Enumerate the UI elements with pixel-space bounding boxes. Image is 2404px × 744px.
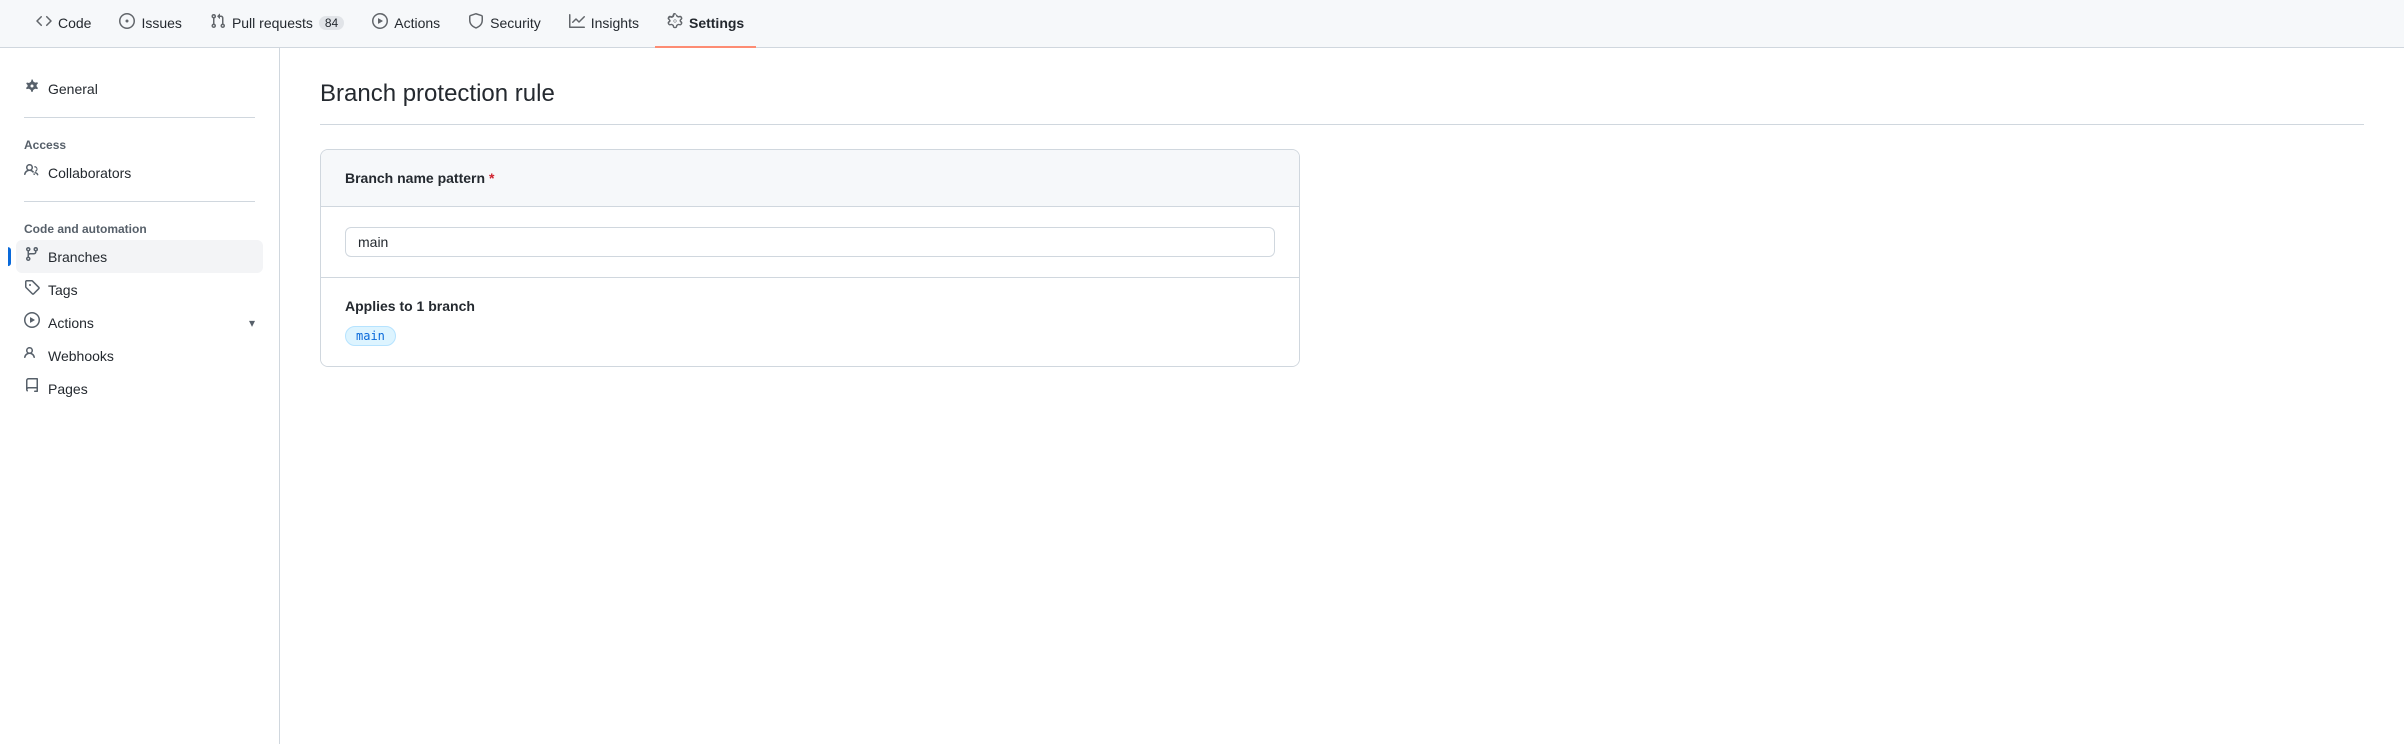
layout: General Access Collaborators Code and au…	[0, 48, 2404, 744]
tag-icon	[24, 279, 40, 300]
tab-actions[interactable]: Actions	[360, 0, 452, 48]
pr-icon	[210, 13, 226, 33]
top-nav: Code Issues Pull requests 84 Actions Sec…	[0, 0, 2404, 48]
branch-name-pattern-section: Branch name pattern *	[321, 150, 1299, 207]
play-icon	[372, 13, 388, 33]
webhooks-icon	[24, 345, 40, 366]
sidebar-pages-label: Pages	[48, 381, 88, 397]
shield-icon	[468, 13, 484, 33]
applies-to-section: Applies to 1 branch main	[321, 278, 1299, 366]
sidebar-divider-1	[24, 117, 255, 118]
tab-code-label: Code	[58, 15, 91, 31]
sidebar-branches-label: Branches	[48, 249, 107, 265]
tab-actions-label: Actions	[394, 15, 440, 31]
sidebar-item-pages[interactable]: Pages	[16, 372, 263, 405]
sidebar-item-actions[interactable]: Actions ▾	[16, 306, 263, 339]
sidebar-access-title: Access	[16, 130, 263, 156]
sidebar-item-general[interactable]: General	[16, 72, 263, 105]
branches-icon	[24, 246, 40, 267]
tab-settings[interactable]: Settings	[655, 0, 756, 48]
chevron-down-icon: ▾	[249, 316, 255, 330]
gear-small-icon	[24, 78, 40, 99]
main-content: Branch protection rule Branch name patte…	[280, 48, 2404, 744]
applies-to-title: Applies to 1 branch	[345, 298, 1275, 314]
sidebar-item-collaborators[interactable]: Collaborators	[16, 156, 263, 189]
pull-requests-badge: 84	[319, 16, 344, 30]
tab-issues[interactable]: Issues	[107, 0, 193, 48]
sidebar-item-tags[interactable]: Tags	[16, 273, 263, 306]
sidebar-item-branches[interactable]: Branches	[16, 240, 263, 273]
page-title: Branch protection rule	[320, 80, 2364, 108]
tab-issues-label: Issues	[141, 15, 181, 31]
sidebar: General Access Collaborators Code and au…	[0, 48, 280, 744]
sidebar-collaborators-label: Collaborators	[48, 165, 131, 181]
pages-icon	[24, 378, 40, 399]
sidebar-code-section-title: Code and automation	[16, 214, 263, 240]
actions-icon	[24, 312, 40, 333]
tab-settings-label: Settings	[689, 15, 744, 31]
tab-code[interactable]: Code	[24, 0, 103, 48]
tab-security[interactable]: Security	[456, 0, 553, 48]
tab-insights[interactable]: Insights	[557, 0, 651, 48]
code-icon	[36, 13, 52, 33]
tab-security-label: Security	[490, 15, 541, 31]
tab-pull-requests[interactable]: Pull requests 84	[198, 0, 356, 48]
branch-name-input[interactable]	[345, 227, 1275, 257]
sidebar-tags-label: Tags	[48, 282, 78, 298]
sidebar-divider-2	[24, 201, 255, 202]
branch-input-section	[321, 207, 1299, 278]
branch-tag: main	[345, 326, 396, 346]
branch-name-pattern-label: Branch name pattern	[345, 170, 485, 186]
collaborators-icon	[24, 162, 40, 183]
graph-icon	[569, 13, 585, 33]
sidebar-general-label: General	[48, 81, 98, 97]
sidebar-webhooks-label: Webhooks	[48, 348, 114, 364]
branch-protection-card: Branch name pattern * Applies to 1 branc…	[320, 149, 1300, 367]
sidebar-actions-label: Actions	[48, 315, 94, 331]
sidebar-item-webhooks[interactable]: Webhooks	[16, 339, 263, 372]
tab-insights-label: Insights	[591, 15, 639, 31]
issue-icon	[119, 13, 135, 33]
branch-name-pattern-title: Branch name pattern *	[345, 170, 1275, 186]
title-divider	[320, 124, 2364, 125]
required-star: *	[489, 170, 494, 186]
tab-pull-requests-label: Pull requests	[232, 15, 313, 31]
gear-icon	[667, 13, 683, 33]
